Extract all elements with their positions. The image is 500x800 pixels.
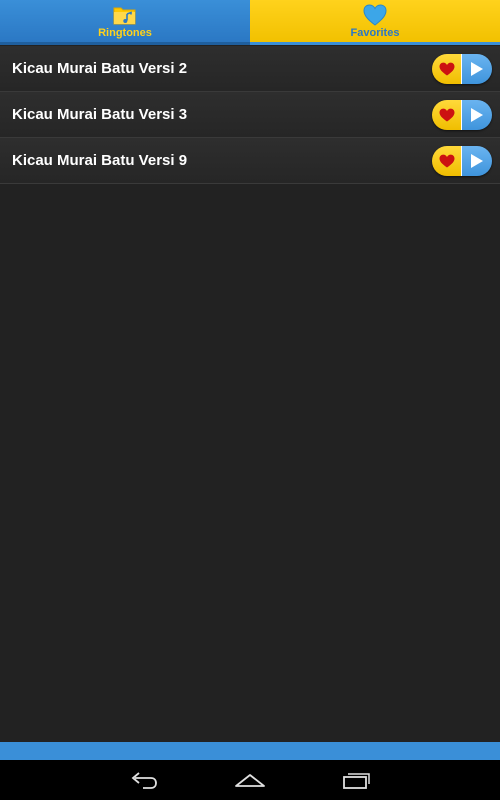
heart-icon bbox=[439, 154, 454, 168]
recent-apps-button[interactable] bbox=[336, 768, 376, 792]
bottom-accent-strip bbox=[0, 742, 500, 760]
tab-ringtones-label: Ringtones bbox=[98, 27, 152, 39]
back-icon bbox=[131, 772, 157, 789]
favorite-button[interactable] bbox=[432, 100, 461, 130]
ringtone-title: Kicau Murai Batu Versi 3 bbox=[12, 106, 188, 123]
list-item[interactable]: Kicau Murai Batu Versi 9 bbox=[0, 138, 500, 184]
heart-icon bbox=[439, 108, 454, 122]
tab-ringtones[interactable]: Ringtones bbox=[0, 0, 250, 45]
row-action-pill bbox=[432, 100, 492, 130]
heart-icon bbox=[439, 62, 454, 76]
play-icon bbox=[471, 154, 483, 168]
play-icon bbox=[471, 108, 483, 122]
home-button[interactable] bbox=[230, 768, 270, 792]
play-button[interactable] bbox=[461, 146, 492, 176]
play-button[interactable] bbox=[461, 54, 492, 84]
recent-apps-icon bbox=[343, 773, 370, 789]
music-folder-icon bbox=[112, 4, 138, 26]
play-button[interactable] bbox=[461, 100, 492, 130]
tab-favorites-label: Favorites bbox=[350, 27, 400, 39]
ringtone-title: Kicau Murai Batu Versi 2 bbox=[12, 60, 188, 77]
heart-icon bbox=[363, 4, 387, 26]
back-button[interactable] bbox=[124, 768, 164, 792]
favorite-button[interactable] bbox=[432, 146, 461, 176]
ringtone-title: Kicau Murai Batu Versi 9 bbox=[12, 152, 188, 169]
row-action-pill bbox=[432, 146, 492, 176]
play-icon bbox=[471, 62, 483, 76]
row-action-pill bbox=[432, 54, 492, 84]
tab-favorites[interactable]: Favorites bbox=[250, 0, 500, 45]
favorites-list: Kicau Murai Batu Versi 2 Kicau Murai Bat… bbox=[0, 46, 500, 184]
list-item[interactable]: Kicau Murai Batu Versi 2 bbox=[0, 46, 500, 92]
tab-bar: Ringtones Favorites bbox=[0, 0, 500, 45]
system-navigation-bar bbox=[0, 760, 500, 800]
home-icon bbox=[235, 774, 265, 787]
favorite-button[interactable] bbox=[432, 54, 461, 84]
list-item[interactable]: Kicau Murai Batu Versi 3 bbox=[0, 92, 500, 138]
